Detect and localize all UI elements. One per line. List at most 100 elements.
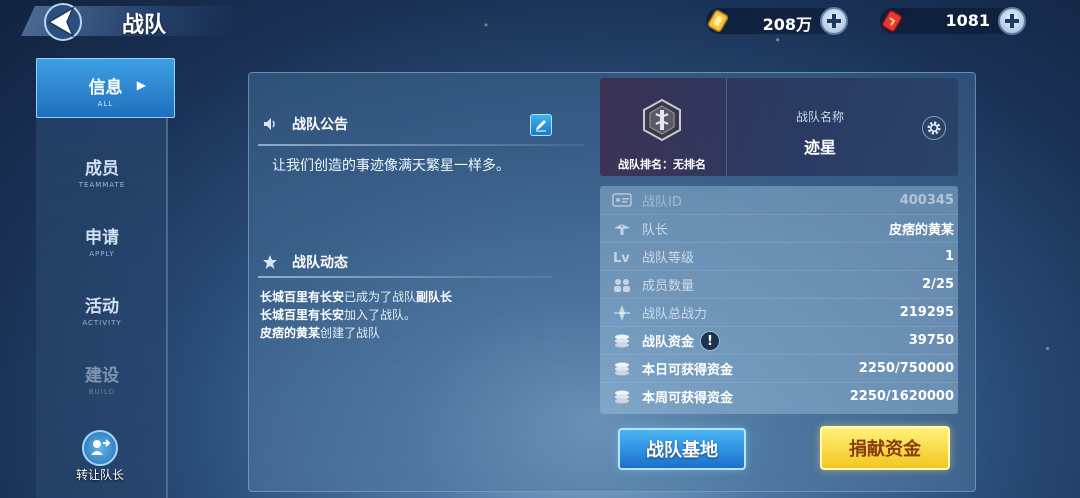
coins-icon [615, 334, 629, 348]
activity-action: 创建了战队 [320, 326, 381, 340]
sidebar-item-label: 申请 [85, 228, 119, 248]
pencil-icon [536, 120, 546, 132]
members-icon [614, 279, 630, 292]
edit-announcement-button[interactable] [530, 114, 552, 136]
page-title: 战队 [122, 13, 167, 38]
stat-row-funds: 战队资金 ! 39750 [600, 326, 958, 354]
team-stats: 战队ID 400345 队长 皮痞的黄某 Lv 战队等级 1 成员数量 2/25… [600, 186, 958, 414]
sidebar-item-sublabel: ALL [97, 100, 114, 108]
gold-currency: 208万 [706, 7, 848, 35]
stat-value: 400345 [899, 192, 954, 208]
power-icon [614, 305, 630, 321]
transfer-captain-button[interactable]: 转让队长 [70, 430, 130, 482]
stat-label: 本日可获得资金 [642, 363, 734, 378]
sidebar: 信息 ALL ▶ 成员 TEAMMATE 申请 APPLY 活动 ACTIVIT… [36, 58, 175, 498]
announcement-header: 战队公告 [262, 112, 348, 136]
gem-amount: 1081 [945, 11, 990, 30]
stat-label: 战队资金 [642, 335, 695, 350]
activity-actor: 皮痞的黄某 [260, 326, 321, 340]
stat-row-level: Lv 战队等级 1 [600, 242, 958, 270]
sidebar-item-sublabel: BUILD [88, 388, 116, 396]
stat-value: 皮痞的黄某 [888, 223, 954, 238]
red-gem-icon [881, 10, 903, 32]
stat-label: 战队ID [642, 194, 682, 210]
stat-value: 1 [944, 249, 954, 264]
announcement-text: 让我们创造的事迹像满天繁星一样多。 [272, 158, 510, 174]
sidebar-item-sublabel: TEAMMATE [78, 181, 126, 189]
stat-value: 219295 [899, 305, 954, 320]
gear-icon [927, 121, 941, 135]
card-divider [726, 78, 727, 176]
team-rank: 战队排名：无排名 [618, 158, 706, 171]
sidebar-item-build[interactable]: 建设 BUILD [36, 347, 168, 407]
activity-action: 已成为了战队 [344, 290, 417, 304]
top-bar: 战队 208万 1081 [0, 0, 1080, 44]
activity-item: 皮痞的黄某创建了战队 [260, 324, 452, 342]
sidebar-item-activity[interactable]: 活动 ACTIVITY [36, 278, 168, 338]
sidebar-item-label: 活动 [85, 297, 119, 317]
triangle-right-icon: ▶ [136, 78, 146, 92]
id-card-icon [612, 193, 632, 207]
stat-row-weekly-funds: 本周可获得资金 2250/1620000 [600, 382, 958, 410]
announcement-divider [258, 144, 584, 146]
activity-divider [258, 276, 552, 278]
back-arrow-icon [44, 3, 82, 41]
gem-currency: 1081 [880, 7, 1026, 35]
stat-value: 39750 [908, 333, 954, 348]
stat-label: 队长 [642, 223, 669, 238]
donate-funds-button[interactable]: 捐献资金 [820, 426, 950, 470]
svg-text:Lv: Lv [613, 251, 630, 266]
stat-label: 战队总战力 [642, 307, 708, 322]
team-settings-button[interactable] [922, 116, 946, 140]
star-icon [263, 255, 277, 269]
funds-info-button[interactable]: ! [700, 331, 720, 351]
stat-row-members: 成员数量 2/25 [600, 270, 958, 298]
sidebar-item-label: 建设 [85, 366, 119, 386]
activity-title: 战队动态 [292, 255, 348, 271]
add-gem-button[interactable] [998, 7, 1026, 35]
stat-value: 2/25 [922, 277, 954, 292]
team-base-button[interactable]: 战队基地 [618, 428, 746, 470]
stat-value: 2250/750000 [858, 361, 954, 376]
stat-row-captain: 队长 皮痞的黄某 [600, 214, 958, 242]
team-name-label: 战队名称 [796, 110, 845, 124]
transfer-captain-label: 转让队长 [75, 468, 124, 482]
sidebar-item-sublabel: ACTIVITY [82, 319, 122, 327]
lv-icon: Lv [613, 251, 630, 266]
team-card: 战队排名：无排名 战队名称 迹星 [600, 78, 958, 176]
speaker-icon [264, 118, 275, 130]
stat-value: 2250/1620000 [849, 389, 954, 404]
activity-actor: 长城百里有长安 [260, 308, 345, 322]
activity-role: 副队长 [416, 290, 453, 304]
stat-row-daily-funds: 本日可获得资金 2250/750000 [600, 354, 958, 382]
gold-coin-icon [707, 10, 729, 32]
back-button[interactable] [38, 2, 90, 42]
activity-item: 长城百里有长安加入了战队。 [260, 306, 452, 324]
activity-header: 战队动态 [262, 250, 348, 274]
activity-item: 长城百里有长安已成为了战队副队长 [260, 288, 452, 306]
stat-label: 本周可获得资金 [642, 391, 734, 406]
team-emblem-icon [643, 98, 681, 142]
add-gold-button[interactable] [820, 7, 848, 35]
activity-actor: 长城百里有长安 [260, 290, 345, 304]
stat-label: 战队等级 [642, 251, 695, 266]
gold-amount: 208万 [762, 15, 812, 34]
activity-action: 加入了战队。 [344, 308, 417, 322]
coins-icon [615, 390, 629, 404]
sidebar-item-label: 信息 [88, 78, 123, 98]
plus-icon [827, 14, 841, 28]
sidebar-item-apply[interactable]: 申请 APPLY [36, 209, 168, 269]
sidebar-item-info[interactable]: 信息 ALL ▶ [36, 58, 175, 118]
stat-row-power: 战队总战力 219295 [600, 298, 958, 326]
sidebar-item-sublabel: APPLY [89, 250, 115, 258]
transfer-icon [82, 430, 118, 466]
stat-row-team-id: 战队ID 400345 [600, 186, 958, 214]
team-name: 迹星 [804, 138, 837, 157]
coins-icon [615, 362, 629, 376]
sidebar-item-teammate[interactable]: 成员 TEAMMATE [36, 140, 168, 200]
plus-icon [1005, 14, 1019, 28]
stat-label: 成员数量 [642, 279, 695, 294]
wings-icon [614, 224, 630, 235]
sidebar-item-label: 成员 [85, 159, 119, 179]
activity-list: 长城百里有长安已成为了战队副队长 长城百里有长安加入了战队。 皮痞的黄某创建了战… [260, 288, 452, 342]
